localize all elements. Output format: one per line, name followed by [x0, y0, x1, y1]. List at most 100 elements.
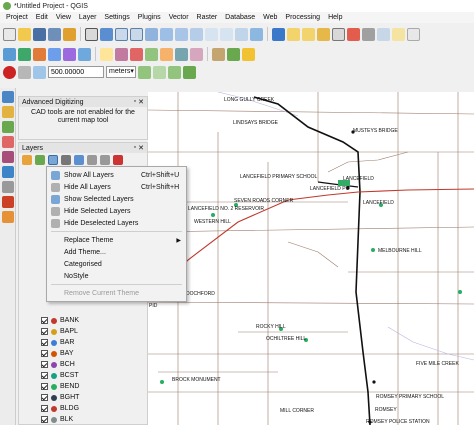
menu-vector[interactable]: Vector [165, 14, 193, 21]
pan-to-selection-icon[interactable] [100, 27, 113, 41]
menu-plugins[interactable]: Plugins [134, 14, 165, 21]
zoom-native-icon[interactable] [145, 27, 158, 41]
layer-visibility-checkbox[interactable] [41, 339, 48, 346]
float-panel-icon[interactable]: ▫ [134, 98, 136, 106]
pan-icon[interactable] [85, 27, 98, 41]
change-label-icon[interactable] [190, 47, 203, 61]
menu-item-hide-deselected-layers[interactable]: Hide Deselected Layers [47, 217, 186, 229]
add-postgis-icon[interactable] [78, 47, 91, 61]
close-icon[interactable]: ✕ [138, 144, 144, 152]
layer-visibility-checkbox[interactable] [41, 361, 48, 368]
field-calculator-icon[interactable] [347, 27, 360, 41]
georeferencer-icon[interactable] [212, 47, 225, 61]
zoom-out-icon[interactable] [130, 27, 143, 41]
layer-visibility-checkbox[interactable] [41, 383, 48, 390]
filter-expression-icon[interactable] [74, 155, 84, 165]
digitize-icon[interactable] [2, 106, 14, 118]
attribute-table-icon[interactable] [332, 27, 345, 41]
add-raster-layer-icon[interactable] [33, 47, 46, 61]
style-dock-icon[interactable] [22, 155, 32, 165]
menu-item-hide-all-layers[interactable]: Hide All Layers Ctrl+Shift+H [47, 181, 186, 193]
add-spatialite-icon[interactable] [63, 47, 76, 61]
snapping-mode-icon[interactable] [18, 65, 31, 79]
layer-row[interactable]: BCH [21, 359, 147, 370]
layer-visibility-checkbox[interactable] [41, 394, 48, 401]
add-vector-layer-icon[interactable] [18, 47, 31, 61]
deselect-icon[interactable] [317, 27, 330, 41]
layer-row[interactable]: BAR [21, 337, 147, 348]
filter-icon[interactable] [61, 155, 71, 165]
new-map-view-icon[interactable] [235, 27, 248, 41]
layer-row[interactable]: BLK [21, 414, 147, 425]
menu-edit[interactable]: Edit [32, 14, 52, 21]
remove-layer-icon[interactable] [113, 155, 123, 165]
zoom-selection-icon[interactable] [175, 27, 188, 41]
layer-visibility-checkbox[interactable] [41, 350, 48, 357]
layer-visibility-checkbox[interactable] [41, 405, 48, 412]
save-project-icon[interactable] [33, 27, 46, 41]
layer-row[interactable]: BCST [21, 370, 147, 381]
zoom-layer-icon[interactable] [190, 27, 203, 41]
zoom-full-icon[interactable] [160, 27, 173, 41]
layer-visibility-checkbox[interactable] [41, 328, 48, 335]
collapse-all-icon[interactable] [100, 155, 110, 165]
menu-raster[interactable]: Raster [193, 14, 222, 21]
add-wms-icon[interactable] [48, 47, 61, 61]
close-icon[interactable]: ✕ [138, 98, 144, 106]
zoom-in-icon[interactable] [115, 27, 128, 41]
processing-toolbox-icon[interactable] [227, 47, 240, 61]
manage-themes-icon[interactable] [48, 155, 58, 165]
statistics-icon[interactable] [362, 27, 375, 41]
new-project-icon[interactable] [3, 27, 16, 41]
label-tool-icon[interactable] [100, 47, 113, 61]
layer-visibility-checkbox[interactable] [41, 416, 48, 423]
menu-processing[interactable]: Processing [281, 14, 324, 21]
menu-view[interactable]: View [52, 14, 75, 21]
menu-item-theme-nostyle[interactable]: NoStyle [47, 270, 186, 282]
menu-database[interactable]: Database [221, 14, 259, 21]
snapping-type-icon[interactable] [33, 65, 46, 79]
menu-help[interactable]: Help [324, 14, 346, 21]
move-label-icon[interactable] [160, 47, 173, 61]
tracing-icon[interactable] [183, 65, 196, 79]
layer-row[interactable]: BLDG [21, 403, 147, 414]
measure-icon[interactable] [377, 27, 390, 41]
refresh-icon[interactable] [250, 27, 263, 41]
expand-all-icon[interactable] [87, 155, 97, 165]
map-canvas[interactable]: LONG GULLY CREEK LINDSAYS BRIDGE MUSTEYS… [148, 92, 474, 425]
tolerance-input[interactable] [48, 66, 104, 78]
menu-item-show-all-layers[interactable]: Show All Layers Ctrl+Shift+U [47, 169, 186, 181]
menu-item-add-theme[interactable]: Add Theme... [47, 246, 186, 258]
topological-editing-icon[interactable] [138, 65, 151, 79]
virtual-layer-icon[interactable] [2, 211, 14, 223]
polygon-layer-icon[interactable] [2, 166, 14, 178]
layer-row[interactable]: BANK [21, 315, 147, 326]
layer-row[interactable]: BEND [21, 381, 147, 392]
layer-row[interactable]: BAY [21, 348, 147, 359]
zoom-next-icon[interactable] [220, 27, 233, 41]
layer-row[interactable]: BGHT [21, 392, 147, 403]
menu-settings[interactable]: Settings [100, 14, 133, 21]
self-snapping-icon[interactable] [168, 65, 181, 79]
menu-item-hide-selected-layers[interactable]: Hide Selected Layers [47, 205, 186, 217]
magnet-snapping-icon[interactable] [3, 65, 16, 79]
menu-item-show-selected-layers[interactable]: Show Selected Layers [47, 193, 186, 205]
select-icon[interactable] [287, 27, 300, 41]
menu-item-replace-theme[interactable]: Replace Theme ▶ [47, 234, 186, 246]
layer-icon[interactable] [2, 121, 14, 133]
print-layout-icon[interactable] [63, 27, 76, 41]
python-console-icon[interactable] [242, 47, 255, 61]
identify-icon[interactable] [272, 27, 285, 41]
zoom-last-icon[interactable] [205, 27, 218, 41]
point-layer-icon[interactable] [2, 136, 14, 148]
data-source-manager-icon[interactable] [3, 47, 16, 61]
show-hide-labels-icon[interactable] [145, 47, 158, 61]
text-annotation-icon[interactable] [407, 27, 420, 41]
menu-project[interactable]: Project [2, 14, 32, 21]
menu-item-theme-categorised[interactable]: Categorised [47, 258, 186, 270]
open-project-icon[interactable] [18, 27, 31, 41]
gps-icon[interactable] [2, 196, 14, 208]
line-layer-icon[interactable] [2, 151, 14, 163]
add-group-icon[interactable] [35, 155, 45, 165]
layer-visibility-checkbox[interactable] [41, 372, 48, 379]
